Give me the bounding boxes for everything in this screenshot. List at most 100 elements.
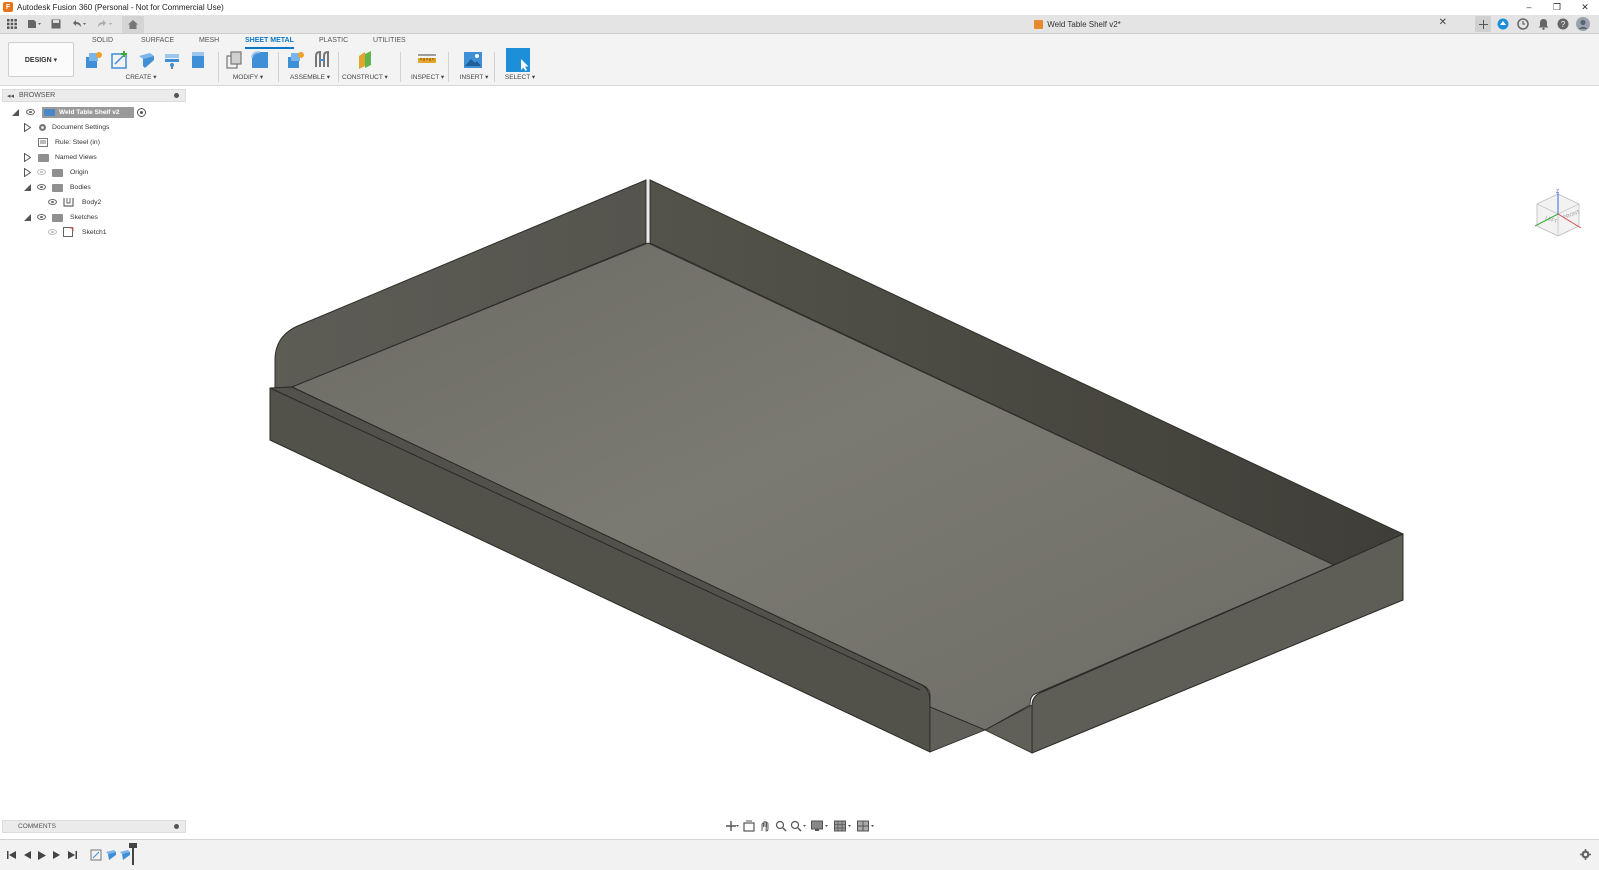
tree-item-sketch1[interactable]: Sketch1 — [4, 225, 184, 240]
tab-utilities[interactable]: UTILITIES — [373, 37, 406, 49]
tree-item-label: Body2 — [82, 199, 102, 206]
pan-icon[interactable] — [758, 820, 771, 833]
tree-item-origin[interactable]: Origin — [4, 165, 184, 180]
new-component-assemble-icon[interactable] — [286, 50, 306, 70]
app-grid-icon[interactable] — [4, 16, 20, 32]
step-forward-icon[interactable] — [52, 850, 62, 860]
select-menu[interactable]: SELECT ▾ — [504, 73, 536, 81]
timeline-marker[interactable] — [129, 843, 137, 865]
create-sketch-icon[interactable] — [110, 50, 130, 70]
fillet-icon[interactable] — [250, 50, 270, 70]
tree-item-label: Sketches — [70, 214, 98, 221]
job-status-icon[interactable] — [1515, 16, 1531, 32]
zoom-icon[interactable] — [790, 820, 808, 833]
tab-solid[interactable]: SOLID — [92, 37, 113, 49]
flange-feature-icon[interactable] — [105, 849, 117, 861]
tree-item-bodies[interactable]: Bodies — [4, 180, 184, 195]
tree-item-body2[interactable]: Body2 — [4, 195, 184, 210]
flange-feature-icon[interactable] — [119, 849, 131, 861]
viewcube[interactable]: LEFT FRONT Z — [1531, 188, 1585, 242]
timeline-settings-gear-icon[interactable] — [1580, 849, 1591, 863]
user-avatar-icon[interactable] — [1575, 16, 1591, 32]
visibility-eye-icon[interactable] — [26, 109, 35, 115]
inspect-menu[interactable]: INSPECT ▾ — [411, 73, 444, 81]
visibility-eye-icon[interactable] — [48, 229, 57, 235]
help-icon[interactable]: ? — [1555, 16, 1571, 32]
press-pull-icon[interactable] — [224, 50, 244, 70]
document-icon — [1034, 20, 1044, 29]
comments-panel-header[interactable]: COMMENTS — [2, 820, 186, 833]
expanded-triangle-icon[interactable] — [12, 109, 19, 116]
notifications-icon[interactable] — [1535, 16, 1551, 32]
tab-mesh[interactable]: MESH — [199, 37, 219, 49]
tree-item-sketches[interactable]: Sketches — [4, 210, 184, 225]
root-component-label[interactable]: Weld Table Shelf v2 — [42, 107, 134, 118]
minimize-button[interactable]: – — [1515, 0, 1543, 14]
flange-icon[interactable] — [136, 50, 156, 70]
select-icon[interactable] — [506, 48, 530, 72]
tree-item-document-settings[interactable]: Document Settings — [4, 120, 184, 135]
document-tab[interactable]: Weld Table Shelf v2* ✕ — [700, 15, 1455, 34]
shelf-model[interactable] — [0, 86, 1599, 826]
joint-icon[interactable] — [312, 50, 332, 70]
step-back-icon[interactable] — [22, 850, 32, 860]
viewports-icon[interactable] — [857, 820, 877, 833]
extensions-icon[interactable] — [1495, 16, 1511, 32]
construct-group: CONSTRUCT ▾ — [342, 49, 388, 83]
look-at-icon[interactable] — [742, 820, 755, 833]
assemble-menu[interactable]: ASSEMBLE ▾ — [282, 73, 338, 81]
visibility-eye-icon[interactable] — [37, 169, 46, 175]
zoom-window-icon[interactable] — [774, 820, 787, 833]
insert-menu[interactable]: INSERT ▾ — [459, 73, 489, 81]
sketch-feature-icon[interactable] — [90, 849, 102, 861]
create-menu[interactable]: CREATE ▾ — [68, 73, 214, 81]
close-window-button[interactable]: ✕ — [1571, 0, 1599, 14]
collapsed-triangle-icon[interactable] — [24, 153, 31, 162]
play-icon[interactable] — [37, 850, 47, 860]
new-component-icon[interactable] — [84, 50, 104, 70]
visibility-eye-icon[interactable] — [48, 199, 57, 205]
pin-icon[interactable] — [174, 824, 179, 829]
redo-icon[interactable] — [94, 16, 116, 32]
modify-menu[interactable]: MODIFY ▾ — [220, 73, 276, 81]
tab-plastic[interactable]: PLASTIC — [319, 37, 348, 49]
tab-surface[interactable]: SURFACE — [141, 37, 174, 49]
collapsed-triangle-icon[interactable] — [24, 168, 31, 177]
unfold-icon[interactable] — [162, 50, 182, 70]
go-to-end-icon[interactable] — [67, 850, 77, 860]
tree-item-rule[interactable]: Rule: Steel (in) — [4, 135, 184, 150]
extrude-icon[interactable] — [188, 50, 208, 70]
insert-image-icon[interactable] — [463, 50, 483, 70]
expanded-triangle-icon[interactable] — [24, 214, 31, 221]
browser-panel-header[interactable]: ◂◂ BROWSER — [2, 89, 186, 102]
pin-icon[interactable] — [174, 93, 179, 98]
tree-item-label: Rule: Steel (in) — [55, 139, 100, 146]
new-tab-icon[interactable] — [1475, 16, 1491, 32]
visibility-eye-icon[interactable] — [37, 184, 46, 190]
collapsed-triangle-icon[interactable] — [24, 123, 31, 132]
go-to-start-icon[interactable] — [6, 850, 16, 860]
home-icon[interactable] — [122, 15, 144, 33]
orbit-icon[interactable] — [726, 820, 739, 833]
viewport-canvas[interactable]: LEFT FRONT Z — [0, 86, 1599, 826]
visibility-eye-icon[interactable] — [37, 214, 46, 220]
fusion-logo-icon: F — [3, 2, 13, 12]
restore-button[interactable]: ❐ — [1543, 0, 1571, 14]
file-menu-icon[interactable] — [24, 16, 44, 32]
workspace-switcher[interactable]: DESIGN ▾ — [8, 42, 74, 77]
tree-root[interactable]: Weld Table Shelf v2 — [4, 105, 184, 120]
construct-menu[interactable]: CONSTRUCT ▾ — [342, 73, 388, 81]
activate-component-icon[interactable] — [137, 108, 146, 117]
grid-snaps-icon[interactable] — [834, 820, 854, 833]
close-tab-button[interactable]: ✕ — [1439, 17, 1447, 28]
collapse-browser-icon[interactable]: ◂◂ — [7, 92, 14, 100]
expanded-triangle-icon[interactable] — [24, 184, 31, 191]
tree-item-named-views[interactable]: Named Views — [4, 150, 184, 165]
save-icon[interactable] — [48, 16, 64, 32]
measure-icon[interactable] — [417, 50, 437, 70]
display-settings-icon[interactable] — [811, 820, 831, 833]
select-group: SELECT ▾ — [504, 48, 536, 83]
tab-sheet-metal[interactable]: SHEET METAL — [245, 37, 294, 49]
undo-icon[interactable] — [68, 16, 90, 32]
offset-plane-icon[interactable] — [356, 50, 376, 70]
